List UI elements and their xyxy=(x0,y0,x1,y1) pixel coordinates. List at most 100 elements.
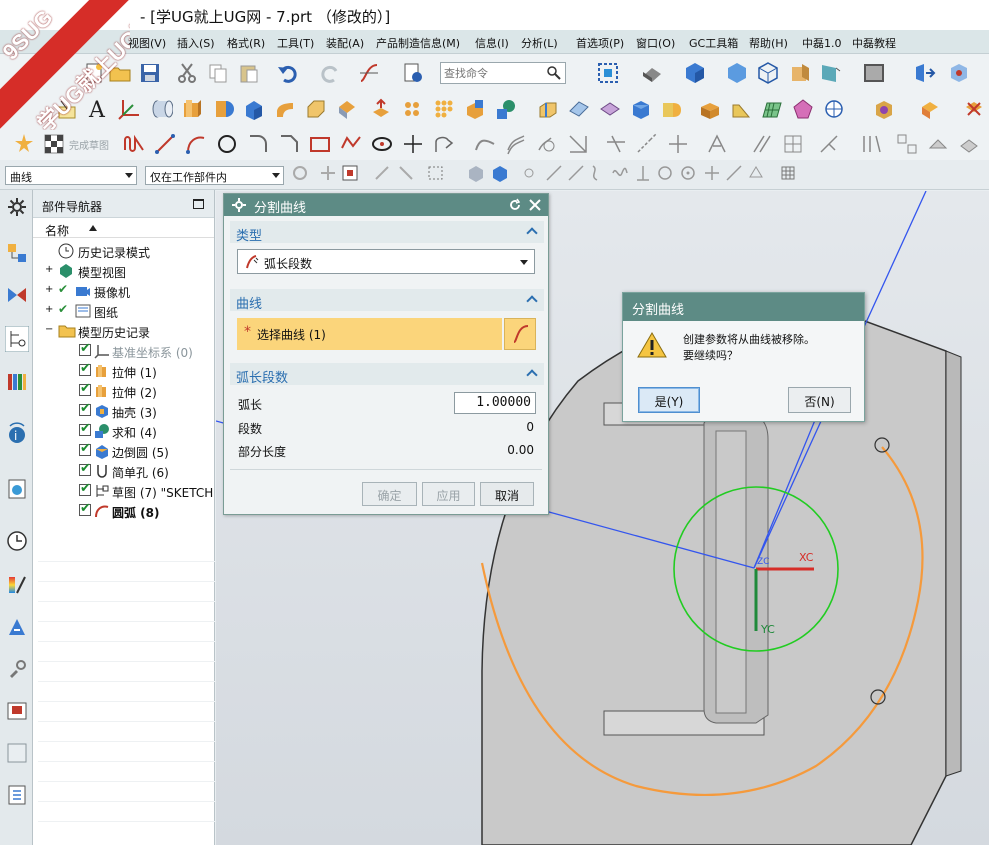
finish-sketch-label[interactable]: 完成草图 xyxy=(69,137,109,152)
animate-dimension-icon[interactable] xyxy=(957,132,981,156)
shaded-cube-icon[interactable] xyxy=(683,61,707,85)
gear-icon[interactable] xyxy=(6,196,28,218)
design-feature-icon[interactable] xyxy=(781,132,805,156)
fit-view-icon[interactable] xyxy=(596,61,620,85)
thicken-icon[interactable] xyxy=(629,97,653,121)
snap-existing-icon[interactable] xyxy=(519,163,539,183)
offset-curve-icon[interactable] xyxy=(504,132,528,156)
surface-icon[interactable] xyxy=(660,97,684,121)
scope-filter-dropdown[interactable]: 仅在工作部件内 xyxy=(145,166,284,185)
move-view-icon[interactable] xyxy=(912,61,936,85)
arc-length-input[interactable]: 1.00000 xyxy=(454,392,536,414)
menu-help[interactable]: 帮助(H) xyxy=(749,35,788,51)
copy-icon[interactable] xyxy=(206,61,230,85)
snap-intersection-icon[interactable] xyxy=(610,163,630,183)
extend-curve-icon[interactable] xyxy=(635,132,659,156)
undo-icon[interactable] xyxy=(276,61,300,85)
menu-analysis[interactable]: 分析(L) xyxy=(521,35,558,51)
revolve-icon[interactable] xyxy=(211,97,235,121)
profile-icon[interactable] xyxy=(122,132,146,156)
circle-icon[interactable] xyxy=(215,132,239,156)
conic-icon[interactable] xyxy=(432,132,456,156)
menu-view[interactable]: 视图(V) xyxy=(128,35,166,51)
sketch-star-icon[interactable] xyxy=(12,132,36,156)
snap-endpoint-icon[interactable] xyxy=(544,163,564,183)
manufacturing-wizard-icon[interactable] xyxy=(6,658,28,680)
combine-icon[interactable] xyxy=(463,97,487,121)
checkmark-icon[interactable]: ✔ xyxy=(58,302,68,316)
history-list-icon[interactable] xyxy=(6,784,28,806)
constraint-navigator-icon[interactable] xyxy=(6,284,28,306)
face-blend-icon[interactable] xyxy=(273,97,297,121)
geometric-constraint-icon[interactable] xyxy=(750,132,774,156)
snap-control-icon[interactable] xyxy=(588,163,608,183)
section-type[interactable]: 类型 xyxy=(230,221,544,244)
cancel-button[interactable]: 取消 xyxy=(480,482,534,506)
replace-face-icon[interactable] xyxy=(918,97,942,121)
menu-format[interactable]: 格式(R) xyxy=(227,35,265,51)
through-curves-icon[interactable] xyxy=(822,97,846,121)
render-style-icon[interactable] xyxy=(640,61,664,85)
snap-quadrant-icon[interactable] xyxy=(655,163,675,183)
cut-icon[interactable] xyxy=(175,61,199,85)
studio-spline-icon[interactable] xyxy=(473,132,497,156)
unite-icon[interactable] xyxy=(494,97,518,121)
column-header[interactable]: 名称 xyxy=(33,218,214,238)
offset-face-icon[interactable] xyxy=(369,97,393,121)
section-view-icon[interactable] xyxy=(788,61,812,85)
save-icon[interactable] xyxy=(138,61,162,85)
snap-point-on-icon[interactable] xyxy=(702,163,722,183)
menu-insert[interactable]: 插入(S) xyxy=(177,35,215,51)
ellipse-icon[interactable] xyxy=(370,132,394,156)
finish-sketch-icon[interactable] xyxy=(42,132,66,156)
menu-assembly[interactable]: 装配(A) xyxy=(326,35,364,51)
sheet-metal-icon[interactable] xyxy=(698,97,722,121)
make-corner-icon[interactable] xyxy=(666,132,690,156)
redo-icon[interactable] xyxy=(318,61,342,85)
roles-icon[interactable] xyxy=(6,700,28,722)
flange-icon[interactable] xyxy=(729,97,753,121)
sketch-chamfer-icon[interactable] xyxy=(277,132,301,156)
trim-body-icon[interactable] xyxy=(536,97,560,121)
n-sided-surface-icon[interactable] xyxy=(791,97,815,121)
draft-icon[interactable] xyxy=(335,97,359,121)
reuse-library-icon[interactable] xyxy=(6,370,28,392)
background-icon[interactable] xyxy=(862,61,886,85)
collapse-icon[interactable]: − xyxy=(45,324,53,335)
menu-tools[interactable]: 工具(T) xyxy=(277,35,314,51)
polygon-icon[interactable] xyxy=(339,132,363,156)
split-body-icon[interactable] xyxy=(567,97,591,121)
type-filter-dropdown[interactable]: 曲线 xyxy=(5,166,137,185)
menu-zhonglei-tutorial[interactable]: 中磊教程 xyxy=(852,35,896,51)
trim-curve-icon[interactable] xyxy=(604,132,628,156)
system-scenes-icon[interactable] xyxy=(6,742,28,764)
chevron-up-icon[interactable] xyxy=(526,227,538,239)
select-curve-row[interactable]: * 选择曲线 (1) xyxy=(237,318,502,350)
command-search-input[interactable] xyxy=(441,63,541,83)
menu-pmi[interactable]: 产品制造信息(M) xyxy=(376,35,460,51)
rapid-dimension-icon[interactable] xyxy=(706,132,730,156)
reset-icon[interactable] xyxy=(508,198,522,212)
command-finder[interactable] xyxy=(440,62,566,84)
pattern-array-icon[interactable] xyxy=(432,97,456,121)
line-icon[interactable] xyxy=(153,132,177,156)
chevron-up-icon[interactable] xyxy=(526,369,538,381)
block-icon[interactable] xyxy=(242,97,266,121)
snap-end-icon[interactable] xyxy=(396,163,416,183)
select-component-icon[interactable] xyxy=(490,163,510,183)
snap-on-face-icon[interactable] xyxy=(746,163,766,183)
menu-window[interactable]: 窗口(O) xyxy=(636,35,675,51)
snap-on-curve-icon[interactable] xyxy=(724,163,744,183)
menu-info[interactable]: 信息(I) xyxy=(475,35,509,51)
orient-view-icon[interactable] xyxy=(947,61,971,85)
web-browser-icon[interactable] xyxy=(6,478,28,500)
part-navigator-icon[interactable] xyxy=(5,326,29,352)
grid-icon[interactable] xyxy=(778,163,798,183)
type-dropdown[interactable]: 弧长段数 xyxy=(237,249,535,274)
close-icon[interactable] xyxy=(529,199,541,211)
snap-icon[interactable] xyxy=(318,163,338,183)
arc-icon[interactable] xyxy=(184,132,208,156)
sort-ascending-icon[interactable] xyxy=(89,225,97,231)
rectangle-icon[interactable] xyxy=(308,132,332,156)
visualization-icon[interactable] xyxy=(6,574,28,596)
